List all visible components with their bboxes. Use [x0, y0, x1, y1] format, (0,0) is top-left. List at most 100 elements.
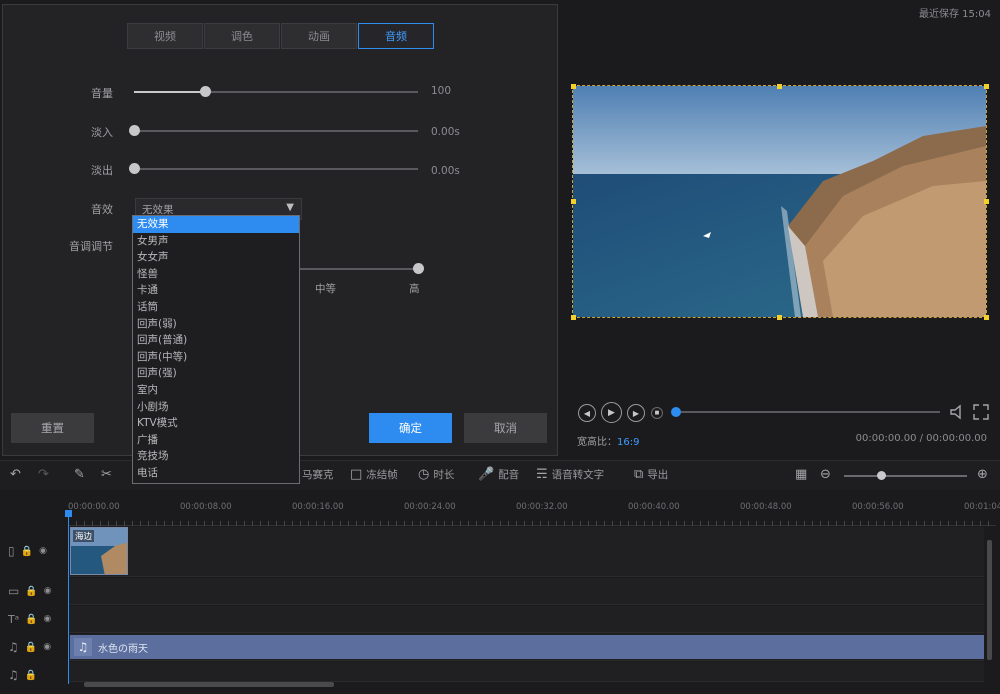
resize-handle[interactable] [571, 84, 576, 89]
eye-icon[interactable]: ◉ [44, 586, 52, 596]
timeline-horizontal-scrollbar[interactable] [84, 682, 334, 687]
reset-button[interactable]: 重置 [11, 413, 94, 443]
lock-icon[interactable]: 🔒 [25, 642, 37, 653]
preview-video-frame[interactable] [572, 85, 987, 318]
resize-handle[interactable] [571, 315, 576, 320]
fit-timeline-icon[interactable]: ▦ [795, 467, 807, 482]
effect-option[interactable]: 回声(强) [133, 365, 299, 382]
voice-change-slider-handle[interactable] [413, 263, 424, 274]
speech-to-text-icon: ☴ [536, 467, 548, 482]
ruler-minor-tick [108, 521, 109, 526]
pip-track-lane[interactable] [68, 578, 984, 605]
resize-handle[interactable] [984, 315, 989, 320]
video-track-lane[interactable] [68, 527, 984, 577]
fade-out-slider[interactable] [129, 163, 418, 174]
ruler-minor-tick [972, 521, 973, 526]
eye-icon[interactable]: ◉ [39, 546, 47, 556]
cut-icon[interactable]: ✂ [101, 467, 112, 482]
next-frame-icon[interactable]: ▶ [627, 404, 645, 422]
confirm-button[interactable]: 确定 [369, 413, 452, 443]
ruler-minor-tick [292, 521, 293, 526]
tab-animation[interactable]: 动画 [281, 23, 357, 49]
ruler-minor-tick [740, 521, 741, 526]
play-icon[interactable]: ▶ [601, 402, 622, 423]
effect-option[interactable]: 室内 [133, 382, 299, 399]
ruler-minor-tick [196, 521, 197, 526]
tab-audio[interactable]: 音频 [358, 23, 434, 49]
effect-option[interactable]: 怪兽 [133, 266, 299, 283]
ruler-minor-tick [676, 521, 677, 526]
effect-option[interactable]: 话筒 [133, 299, 299, 316]
effect-option[interactable]: 回声(弱) [133, 316, 299, 333]
effect-option[interactable]: 广播 [133, 432, 299, 449]
playhead-handle[interactable] [65, 510, 72, 517]
resize-handle[interactable] [777, 315, 782, 320]
resize-handle[interactable] [777, 84, 782, 89]
eye-icon[interactable]: ◉ [43, 614, 51, 624]
resize-handle[interactable] [984, 199, 989, 204]
text-track-lane[interactable] [68, 606, 984, 633]
playhead[interactable] [65, 510, 72, 684]
effect-option[interactable]: 女男声 [133, 233, 299, 250]
ruler-tick-label: 00:00:48.00 [740, 502, 792, 512]
cancel-button[interactable]: 取消 [464, 413, 547, 443]
audio-clip[interactable]: ♫ 水色の雨天 [70, 635, 984, 659]
playback-progress-bar[interactable] [671, 407, 940, 417]
edit-icon[interactable]: ✎ [74, 467, 85, 482]
mosaic-button[interactable]: 马赛克 [302, 467, 334, 482]
effect-option[interactable]: 女女声 [133, 249, 299, 266]
previous-frame-icon[interactable]: ◀ [578, 404, 596, 422]
ruler-minor-tick [484, 521, 485, 526]
effect-option[interactable]: 回声(中等) [133, 349, 299, 366]
ruler-minor-tick [540, 521, 541, 526]
audio-track-lane[interactable] [68, 662, 984, 682]
timeline-zoom-slider[interactable] [844, 471, 967, 480]
ruler-minor-tick [564, 521, 565, 526]
volume-slider-fill [134, 91, 205, 93]
freeze-frame-button[interactable]: □ 冻结帧 [350, 467, 398, 482]
volume-slider-handle[interactable] [200, 86, 211, 97]
fade-in-slider-handle[interactable] [129, 125, 140, 136]
aspect-ratio-value[interactable]: 16:9 [617, 437, 639, 448]
stop-icon[interactable]: ■ [651, 407, 663, 419]
dubbing-button[interactable]: 🎤 配音 [478, 467, 519, 482]
timeline-zoom-handle[interactable] [876, 471, 886, 480]
effect-option[interactable]: 小剧场 [133, 399, 299, 416]
effect-option[interactable]: KTV模式 [133, 415, 299, 432]
lock-icon[interactable]: 🔒 [25, 670, 37, 681]
redo-icon[interactable]: ↷ [38, 467, 49, 482]
effect-option[interactable]: 电话 [133, 465, 299, 482]
playback-progress-handle[interactable] [671, 407, 681, 417]
speech-to-text-button[interactable]: ☴ 语音转文字 [536, 467, 604, 482]
effect-option[interactable]: 竞技场 [133, 448, 299, 465]
volume-icon[interactable] [948, 403, 966, 421]
volume-slider[interactable] [134, 86, 418, 97]
resize-handle[interactable] [571, 199, 576, 204]
duration-button[interactable]: ◷ 时长 [418, 467, 454, 482]
effect-option[interactable]: 无效果 [133, 216, 299, 233]
ruler-minor-tick [820, 521, 821, 526]
resize-handle[interactable] [984, 84, 989, 89]
ruler-minor-tick [916, 521, 917, 526]
audio-track-icon: ♫ [8, 668, 19, 682]
lock-icon[interactable]: 🔒 [25, 586, 37, 597]
tab-video[interactable]: 视频 [127, 23, 203, 49]
lock-icon[interactable]: 🔒 [21, 546, 33, 557]
lock-icon[interactable]: 🔒 [25, 614, 37, 625]
export-button[interactable]: ⧉ 导出 [634, 467, 668, 482]
zoom-in-icon[interactable]: ⊕ [977, 467, 988, 482]
ruler-minor-tick [556, 521, 557, 526]
tab-color[interactable]: 调色 [204, 23, 280, 49]
video-clip[interactable]: 海边 [70, 527, 128, 575]
fade-out-slider-handle[interactable] [129, 163, 140, 174]
zoom-out-icon[interactable]: ⊖ [820, 467, 831, 482]
effect-option[interactable]: 卡通 [133, 282, 299, 299]
time-ruler[interactable]: 00:00:00.00 00:00:08.00 00:00:16.00 00:00:2… [68, 502, 1000, 526]
effect-option[interactable]: 回声(普通) [133, 332, 299, 349]
speaker-icon[interactable]: ◉ [43, 642, 51, 652]
ruler-minor-tick [668, 521, 669, 526]
timeline-vertical-scrollbar[interactable] [987, 540, 992, 660]
undo-icon[interactable]: ↶ [10, 467, 21, 482]
fullscreen-icon[interactable] [972, 403, 990, 421]
fade-in-slider[interactable] [129, 125, 418, 136]
